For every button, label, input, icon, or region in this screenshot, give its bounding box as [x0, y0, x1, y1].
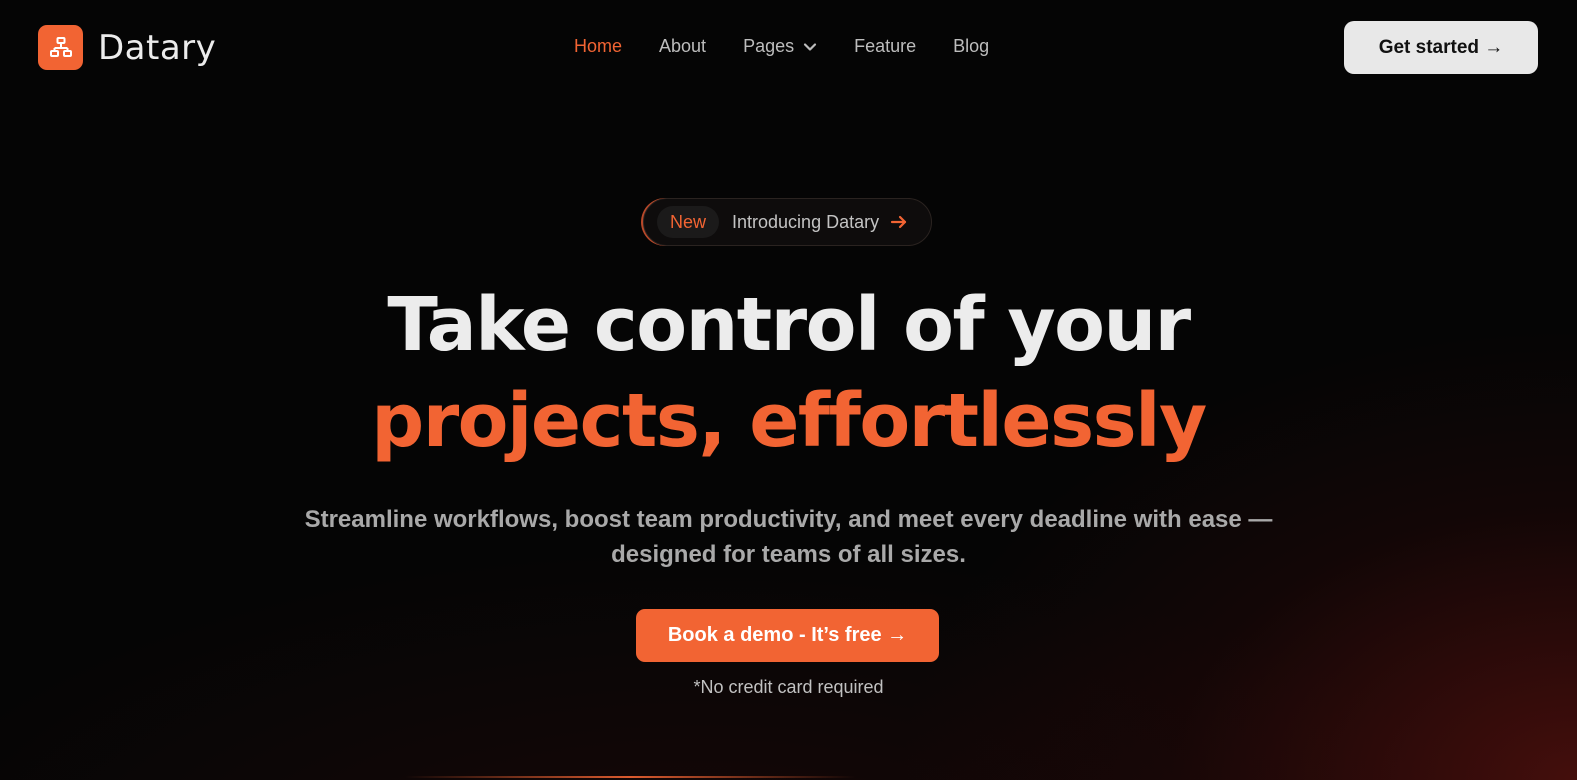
- nav-feature[interactable]: Feature: [854, 36, 916, 57]
- announcement-text: Introducing Datary: [732, 211, 880, 232]
- subtitle-line-2: designed for teams of all sizes.: [611, 541, 966, 568]
- nav-about[interactable]: About: [659, 36, 706, 57]
- chevron-down-icon: [803, 42, 817, 52]
- announcement-badge[interactable]: New Introducing Datary: [643, 198, 932, 246]
- brand-logo[interactable]: Datary: [38, 25, 216, 70]
- nav-pages-label: Pages: [743, 36, 795, 56]
- book-demo-button[interactable]: Book a demo - It’s free →: [636, 609, 939, 662]
- headline-line-2: projects, effortlessly: [371, 378, 1207, 464]
- main-menu: Home About Pages Feature Blog: [574, 36, 1026, 57]
- no-credit-card-note: *No credit card required: [693, 677, 884, 697]
- decorative-divider: [405, 776, 855, 778]
- top-navigation: Datary Home About Pages Feature Blog Get…: [0, 0, 1577, 96]
- sitemap-icon: [38, 25, 83, 70]
- nav-blog[interactable]: Blog: [953, 36, 989, 57]
- brand-name: Datary: [98, 27, 217, 68]
- headline-line-1: Take control of your: [387, 282, 1191, 368]
- subtitle-line-1: Streamline workflows, boost team product…: [304, 506, 1273, 533]
- get-started-button[interactable]: Get started →: [1344, 21, 1538, 74]
- arrow-right-icon: [890, 215, 908, 229]
- nav-home[interactable]: Home: [574, 36, 622, 57]
- new-tag: New: [657, 206, 720, 238]
- nav-pages[interactable]: Pages: [743, 36, 817, 57]
